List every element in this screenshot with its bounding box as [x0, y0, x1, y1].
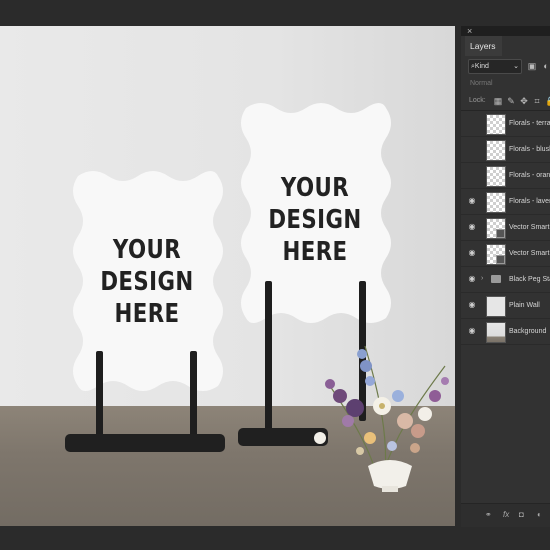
folder-icon — [491, 275, 501, 283]
layer-thumbnail — [486, 114, 506, 135]
lock-row: Lock: ▦ ✎ ✥ ⌗ 🔒 — [465, 94, 550, 108]
layer-row[interactable]: Florals - terra — [461, 111, 550, 137]
layer-row[interactable]: ◉ Plain Wall — [461, 293, 550, 319]
visibility-eye-icon[interactable]: ◉ — [467, 326, 477, 336]
link-icon[interactable]: ⚭ — [485, 510, 492, 520]
layer-name: Vector Smart — [509, 250, 550, 257]
layer-thumbnail — [486, 166, 506, 187]
left-stand-base — [65, 434, 225, 452]
visibility-eye-icon[interactable]: ◉ — [467, 196, 477, 206]
visibility-eye-icon[interactable]: ◉ — [467, 222, 477, 232]
chevron-down-icon: ⌄ — [513, 63, 519, 70]
layer-thumbnail — [486, 192, 506, 213]
right-sign-line-2: DESIGN — [268, 205, 362, 235]
left-sign-line-2: DESIGN — [100, 267, 194, 297]
layer-name: Background — [509, 328, 547, 335]
layer-row[interactable]: ◉ › Black Peg Sta — [461, 267, 550, 293]
lock-artboard-icon[interactable]: ⌗ — [532, 96, 542, 106]
filter-row: ⌕Kind ⌄ ▣ ◐ — [465, 58, 550, 74]
visibility-off-icon[interactable] — [467, 170, 477, 180]
image-filter-icon[interactable]: ▣ — [527, 61, 537, 71]
layer-thumbnail — [486, 322, 506, 343]
layer-thumbnail — [486, 296, 506, 317]
lock-position-icon[interactable]: ✥ — [519, 96, 529, 106]
filter-kind-label: Kind — [474, 63, 489, 70]
filter-kind-select[interactable]: ⌕Kind ⌄ — [468, 59, 522, 74]
layer-row[interactable]: Florals - blush — [461, 137, 550, 163]
right-stand-leg — [265, 281, 272, 441]
left-sign-text: YOUR DESIGN HERE — [82, 234, 212, 330]
layer-name: Florals - blush — [509, 146, 550, 153]
layer-name: Plain Wall — [509, 302, 540, 309]
adjustment-filter-icon[interactable]: ◐ — [541, 61, 550, 71]
mask-icon[interactable]: ◘ — [519, 510, 524, 520]
smart-object-icon — [496, 229, 505, 238]
blend-mode-select[interactable]: Normal — [465, 78, 550, 90]
smart-object-icon — [496, 255, 505, 264]
lock-pixels-icon[interactable]: ✎ — [506, 96, 516, 106]
visibility-eye-icon[interactable]: ◉ — [467, 300, 477, 310]
panel-title-strip — [461, 26, 550, 36]
close-icon[interactable]: × — [467, 27, 472, 36]
layer-thumbnail — [486, 218, 506, 239]
layer-row[interactable]: Florals - orang — [461, 163, 550, 189]
visibility-off-icon[interactable] — [467, 118, 477, 128]
layer-row[interactable]: ◉ Background — [461, 319, 550, 345]
tab-layers[interactable]: Layers — [465, 36, 502, 56]
layer-thumbnail — [486, 244, 506, 265]
right-sign-line-1: YOUR — [280, 173, 350, 203]
layer-name: Black Peg Sta — [509, 276, 550, 283]
visibility-off-icon[interactable] — [467, 144, 477, 154]
adjustment-icon[interactable]: ◐ — [537, 510, 542, 520]
layer-name: Florals - orang — [509, 172, 550, 179]
visibility-eye-icon[interactable]: ◉ — [467, 248, 477, 258]
panel-footer: ⚭ fx ◘ ◐ — [461, 503, 550, 527]
layer-row[interactable]: ◉ Vector Smart — [461, 241, 550, 267]
layer-name: Florals - laven — [509, 198, 550, 205]
floral-arrangement — [314, 345, 449, 492]
fx-icon[interactable]: fx — [503, 510, 509, 520]
left-sign-line-1: YOUR — [112, 235, 182, 265]
lock-transparency-icon[interactable]: ▦ — [493, 96, 503, 106]
lock-all-icon[interactable]: 🔒 — [545, 96, 550, 106]
layer-row[interactable]: ◉ Vector Smart — [461, 215, 550, 241]
document-canvas[interactable]: YOUR DESIGN HERE YOUR DESIGN HERE — [0, 26, 455, 526]
lock-label: Lock: — [469, 97, 486, 104]
layer-thumbnail — [486, 140, 506, 161]
left-sign-line-3: HERE — [114, 299, 180, 329]
layer-name: Vector Smart — [509, 224, 550, 231]
right-sign-line-3: HERE — [282, 237, 348, 267]
chevron-right-icon[interactable]: › — [481, 274, 483, 284]
layer-name: Florals - terra — [509, 120, 550, 127]
visibility-eye-icon[interactable]: ◉ — [467, 274, 477, 284]
right-sign-text: YOUR DESIGN HERE — [250, 172, 380, 268]
layer-row[interactable]: ◉ Florals - laven — [461, 189, 550, 215]
